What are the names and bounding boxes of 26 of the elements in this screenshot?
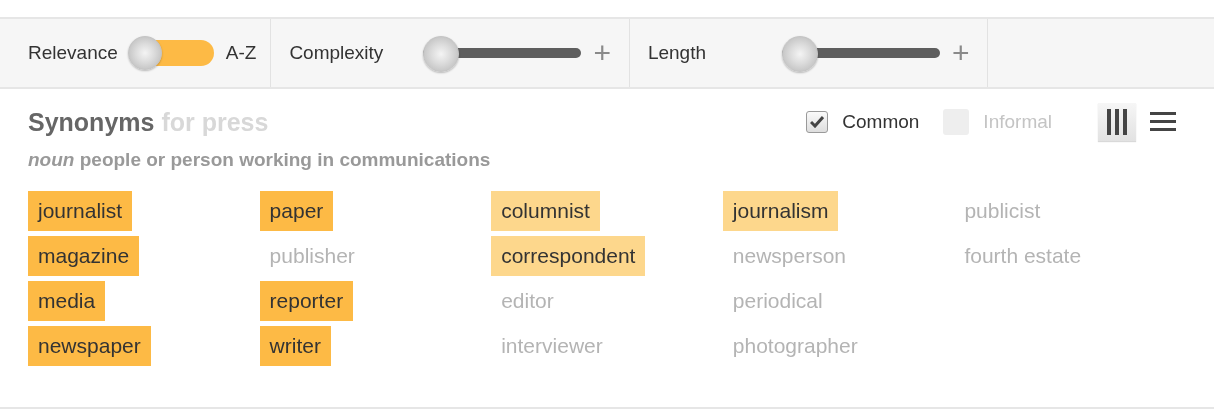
list-icon [1150,112,1176,132]
synonym-link[interactable]: journalism [722,191,839,231]
slider[interactable] [781,35,940,71]
synonym-link[interactable]: correspondent [491,236,646,276]
synonym-link[interactable]: columnist [491,191,600,231]
sort-toggle[interactable] [127,36,214,70]
checkbox-label[interactable]: Common [842,111,920,133]
check-icon [810,116,825,128]
slider-label: Length [647,42,708,64]
synonym-link[interactable]: writer [259,326,331,366]
synonym-link[interactable]: journalist [28,191,133,231]
synonym-link[interactable]: media [28,281,106,321]
synonym-link[interactable]: paper [259,191,334,231]
slider-thumb[interactable] [781,36,818,72]
slider-label: Complexity [289,42,385,64]
columns-icon [1106,109,1128,135]
synonym-link[interactable]: newspaper [28,326,151,366]
checkbox[interactable] [806,111,829,133]
toggle-label[interactable]: A-Z [225,42,257,64]
synonym-link[interactable]: magazine [28,236,140,276]
toggle-label[interactable]: Relevance [28,42,118,64]
definition: noun people or person working in communications [28,149,492,172]
slider-thumb[interactable] [423,36,460,72]
slider[interactable] [423,35,582,71]
columns-view-button[interactable] [1098,103,1136,141]
synonym-link[interactable]: reporter [259,281,354,321]
